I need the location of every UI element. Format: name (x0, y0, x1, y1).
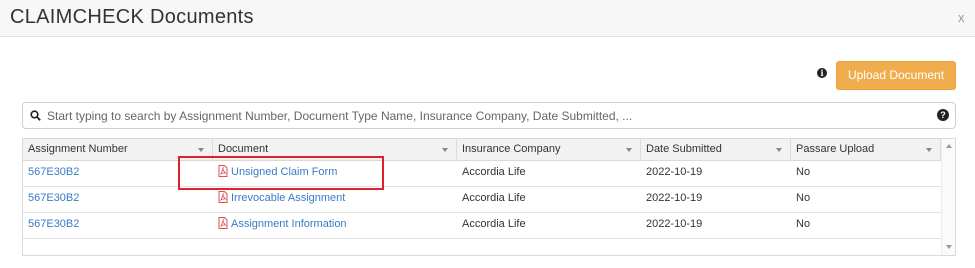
search-input[interactable] (47, 103, 927, 128)
passare-upload-cell: No (796, 192, 811, 204)
date-submitted-cell: 2022-10-19 (646, 166, 703, 178)
column-header-date-submitted[interactable]: Date Submitted (641, 139, 791, 161)
chevron-down-icon[interactable] (926, 148, 932, 152)
assignment-number-link[interactable]: 567E30B2 (23, 187, 213, 213)
document-name: Unsigned Claim Form (231, 166, 338, 178)
table-row[interactable]: 567E30B2 Unsigned Claim Form Accordia Li… (23, 161, 941, 187)
column-header-document[interactable]: Document (213, 139, 457, 161)
table-header: Assignment Number Document Insurance Com… (23, 139, 941, 161)
column-label: Insurance Company (462, 143, 561, 155)
insurance-company-cell: Accordia Life (462, 218, 526, 230)
document-link[interactable]: Assignment Information (218, 213, 347, 235)
close-icon[interactable]: x (958, 10, 965, 25)
scroll-up-icon[interactable] (946, 144, 952, 148)
upload-document-button[interactable]: Upload Document (836, 61, 956, 90)
dialog-title: CLAIMCHECK Documents (10, 6, 254, 28)
chevron-down-icon[interactable] (198, 148, 204, 152)
pdf-icon (218, 217, 228, 229)
column-label: Passare Upload (796, 143, 875, 155)
column-header-passare-upload[interactable]: Passare Upload (791, 139, 941, 161)
table-row[interactable]: 567E30B2 Assignment Information Accordia… (23, 213, 941, 239)
document-link[interactable]: Unsigned Claim Form (218, 161, 337, 183)
passare-upload-cell: No (796, 218, 811, 230)
document-cell: Unsigned Claim Form (213, 161, 457, 187)
column-header-insurance-company[interactable]: Insurance Company (457, 139, 641, 161)
insurance-company-cell: Accordia Life (462, 166, 526, 178)
info-icon[interactable]: i (817, 68, 827, 78)
question-icon[interactable]: ? (937, 109, 949, 121)
dialog-header: CLAIMCHECK Documents x (0, 0, 975, 37)
document-name: Irrevocable Assignment (231, 192, 346, 204)
chevron-down-icon[interactable] (442, 148, 448, 152)
scroll-down-icon[interactable] (946, 245, 952, 249)
search-box: ? (22, 102, 956, 129)
column-label: Assignment Number (28, 143, 128, 155)
chevron-down-icon[interactable] (626, 148, 632, 152)
document-cell: Irrevocable Assignment (213, 187, 457, 213)
pdf-icon (218, 191, 228, 203)
document-link[interactable]: Irrevocable Assignment (218, 187, 345, 209)
document-name: Assignment Information (231, 218, 347, 230)
search-icon (30, 110, 41, 121)
date-submitted-cell: 2022-10-19 (646, 192, 703, 204)
date-submitted-cell: 2022-10-19 (646, 218, 703, 230)
passare-upload-cell: No (796, 166, 811, 178)
document-cell: Assignment Information (213, 213, 457, 239)
pdf-icon (218, 165, 228, 177)
column-label: Date Submitted (646, 143, 722, 155)
insurance-company-cell: Accordia Life (462, 192, 526, 204)
column-header-assignment-number[interactable]: Assignment Number (23, 139, 213, 161)
table-row[interactable]: 567E30B2 Irrevocable Assignment Accordia… (23, 187, 941, 213)
chevron-down-icon[interactable] (776, 148, 782, 152)
vertical-scrollbar[interactable] (941, 139, 955, 255)
assignment-number-link[interactable]: 567E30B2 (23, 213, 213, 239)
assignment-number-link[interactable]: 567E30B2 (23, 161, 213, 187)
documents-table: Assignment Number Document Insurance Com… (22, 138, 956, 256)
column-label: Document (218, 143, 269, 155)
